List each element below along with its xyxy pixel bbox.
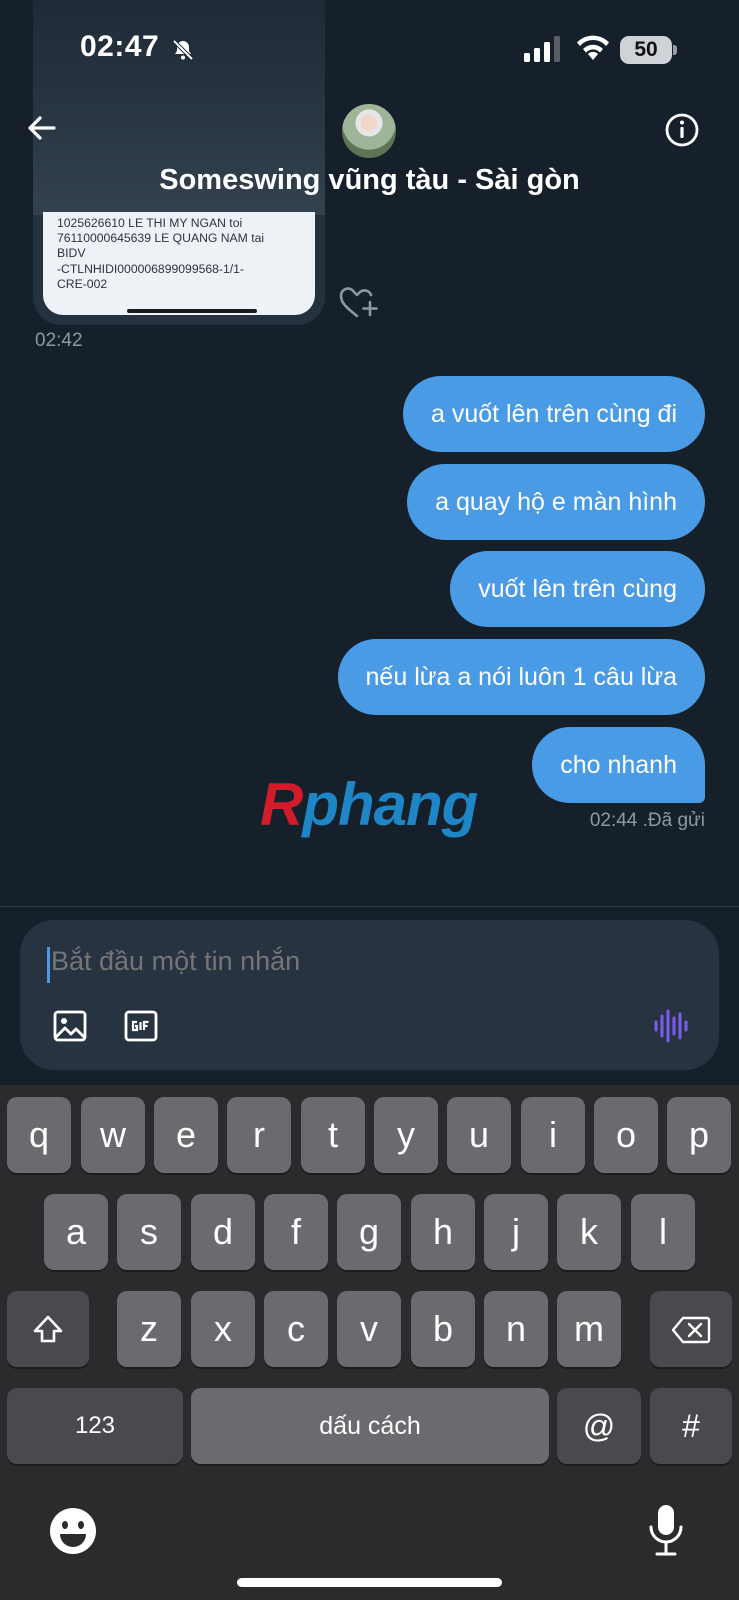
key-v[interactable]: v xyxy=(337,1291,401,1367)
image-home-bar xyxy=(127,309,257,313)
key-x[interactable]: x xyxy=(191,1291,255,1367)
back-arrow-icon[interactable] xyxy=(24,110,60,146)
key-b[interactable]: b xyxy=(411,1291,475,1367)
key-z[interactable]: z xyxy=(117,1291,181,1367)
composer-divider xyxy=(0,906,739,907)
key-l[interactable]: l xyxy=(631,1194,695,1270)
home-indicator xyxy=(237,1578,502,1587)
bell-muted-icon xyxy=(172,39,194,61)
sent-time: 02:44 xyxy=(589,810,638,831)
message-bubble[interactable]: cho nhanh xyxy=(532,727,705,803)
key-w[interactable]: w xyxy=(81,1097,145,1173)
text-caret xyxy=(47,947,50,983)
shift-key[interactable] xyxy=(7,1291,89,1367)
key-n[interactable]: n xyxy=(484,1291,548,1367)
key-y[interactable]: y xyxy=(374,1097,438,1173)
hash-key[interactable]: # xyxy=(650,1388,732,1464)
message-input[interactable] xyxy=(51,946,651,977)
info-icon[interactable] xyxy=(664,112,700,148)
message-bubble[interactable]: a quay hộ e màn hình xyxy=(407,464,705,540)
sent-status: 02:44 .Đã gửi xyxy=(590,810,705,832)
gif-icon[interactable] xyxy=(123,1008,159,1044)
receipt-text: 1025626610 LE THI MY NGAN toi 7611000064… xyxy=(57,216,265,291)
backspace-icon xyxy=(671,1316,711,1343)
message-bubble[interactable]: a vuốt lên trên cùng đi xyxy=(403,376,705,452)
key-q[interactable]: q xyxy=(7,1097,71,1173)
key-u[interactable]: u xyxy=(447,1097,511,1173)
sent-status-label: .Đã gửi xyxy=(642,810,705,831)
message-timestamp: 02:42 xyxy=(35,330,83,351)
signal-icon xyxy=(524,36,560,62)
space-key[interactable]: dấu cách xyxy=(191,1388,549,1464)
status-time: 02:47 xyxy=(80,30,160,63)
watermark-part-2: phang xyxy=(302,771,478,838)
key-d[interactable]: d xyxy=(191,1194,255,1270)
key-h[interactable]: h xyxy=(411,1194,475,1270)
message-bubble[interactable]: vuốt lên trên cùng xyxy=(450,551,705,627)
emoji-icon[interactable] xyxy=(49,1507,97,1555)
key-k[interactable]: k xyxy=(557,1194,621,1270)
battery-tip xyxy=(673,45,677,55)
key-i[interactable]: i xyxy=(521,1097,585,1173)
battery-indicator: 50 xyxy=(620,36,672,64)
key-t[interactable]: t xyxy=(301,1097,365,1173)
watermark-part-1: R xyxy=(260,771,303,838)
voice-message-icon[interactable] xyxy=(653,1008,689,1044)
image-icon[interactable] xyxy=(52,1008,88,1044)
at-key[interactable]: @ xyxy=(557,1388,641,1464)
message-composer xyxy=(20,920,719,1070)
shift-icon xyxy=(33,1315,63,1342)
key-o[interactable]: o xyxy=(594,1097,658,1173)
key-a[interactable]: a xyxy=(44,1194,108,1270)
key-p[interactable]: p xyxy=(667,1097,731,1173)
receipt-image: 1025626610 LE THI MY NGAN toi 7611000064… xyxy=(43,212,315,315)
backspace-key[interactable] xyxy=(650,1291,732,1367)
key-e[interactable]: e xyxy=(154,1097,218,1173)
heart-plus-icon[interactable] xyxy=(338,285,380,321)
key-m[interactable]: m xyxy=(557,1291,621,1367)
key-s[interactable]: s xyxy=(117,1194,181,1270)
dictation-mic-icon[interactable] xyxy=(648,1503,684,1557)
message-bubble[interactable]: nếu lừa a nói luôn 1 câu lừa xyxy=(337,639,705,715)
avatar[interactable] xyxy=(342,104,396,158)
wifi-icon xyxy=(577,35,609,60)
key-f[interactable]: f xyxy=(264,1194,328,1270)
key-g[interactable]: g xyxy=(337,1194,401,1270)
numbers-key[interactable]: 123 xyxy=(7,1388,183,1464)
watermark-logo: Rphang xyxy=(260,770,478,839)
key-c[interactable]: c xyxy=(264,1291,328,1367)
key-j[interactable]: j xyxy=(484,1194,548,1270)
chat-title: Someswing vũng tàu - Sài gòn xyxy=(159,164,580,196)
key-r[interactable]: r xyxy=(227,1097,291,1173)
